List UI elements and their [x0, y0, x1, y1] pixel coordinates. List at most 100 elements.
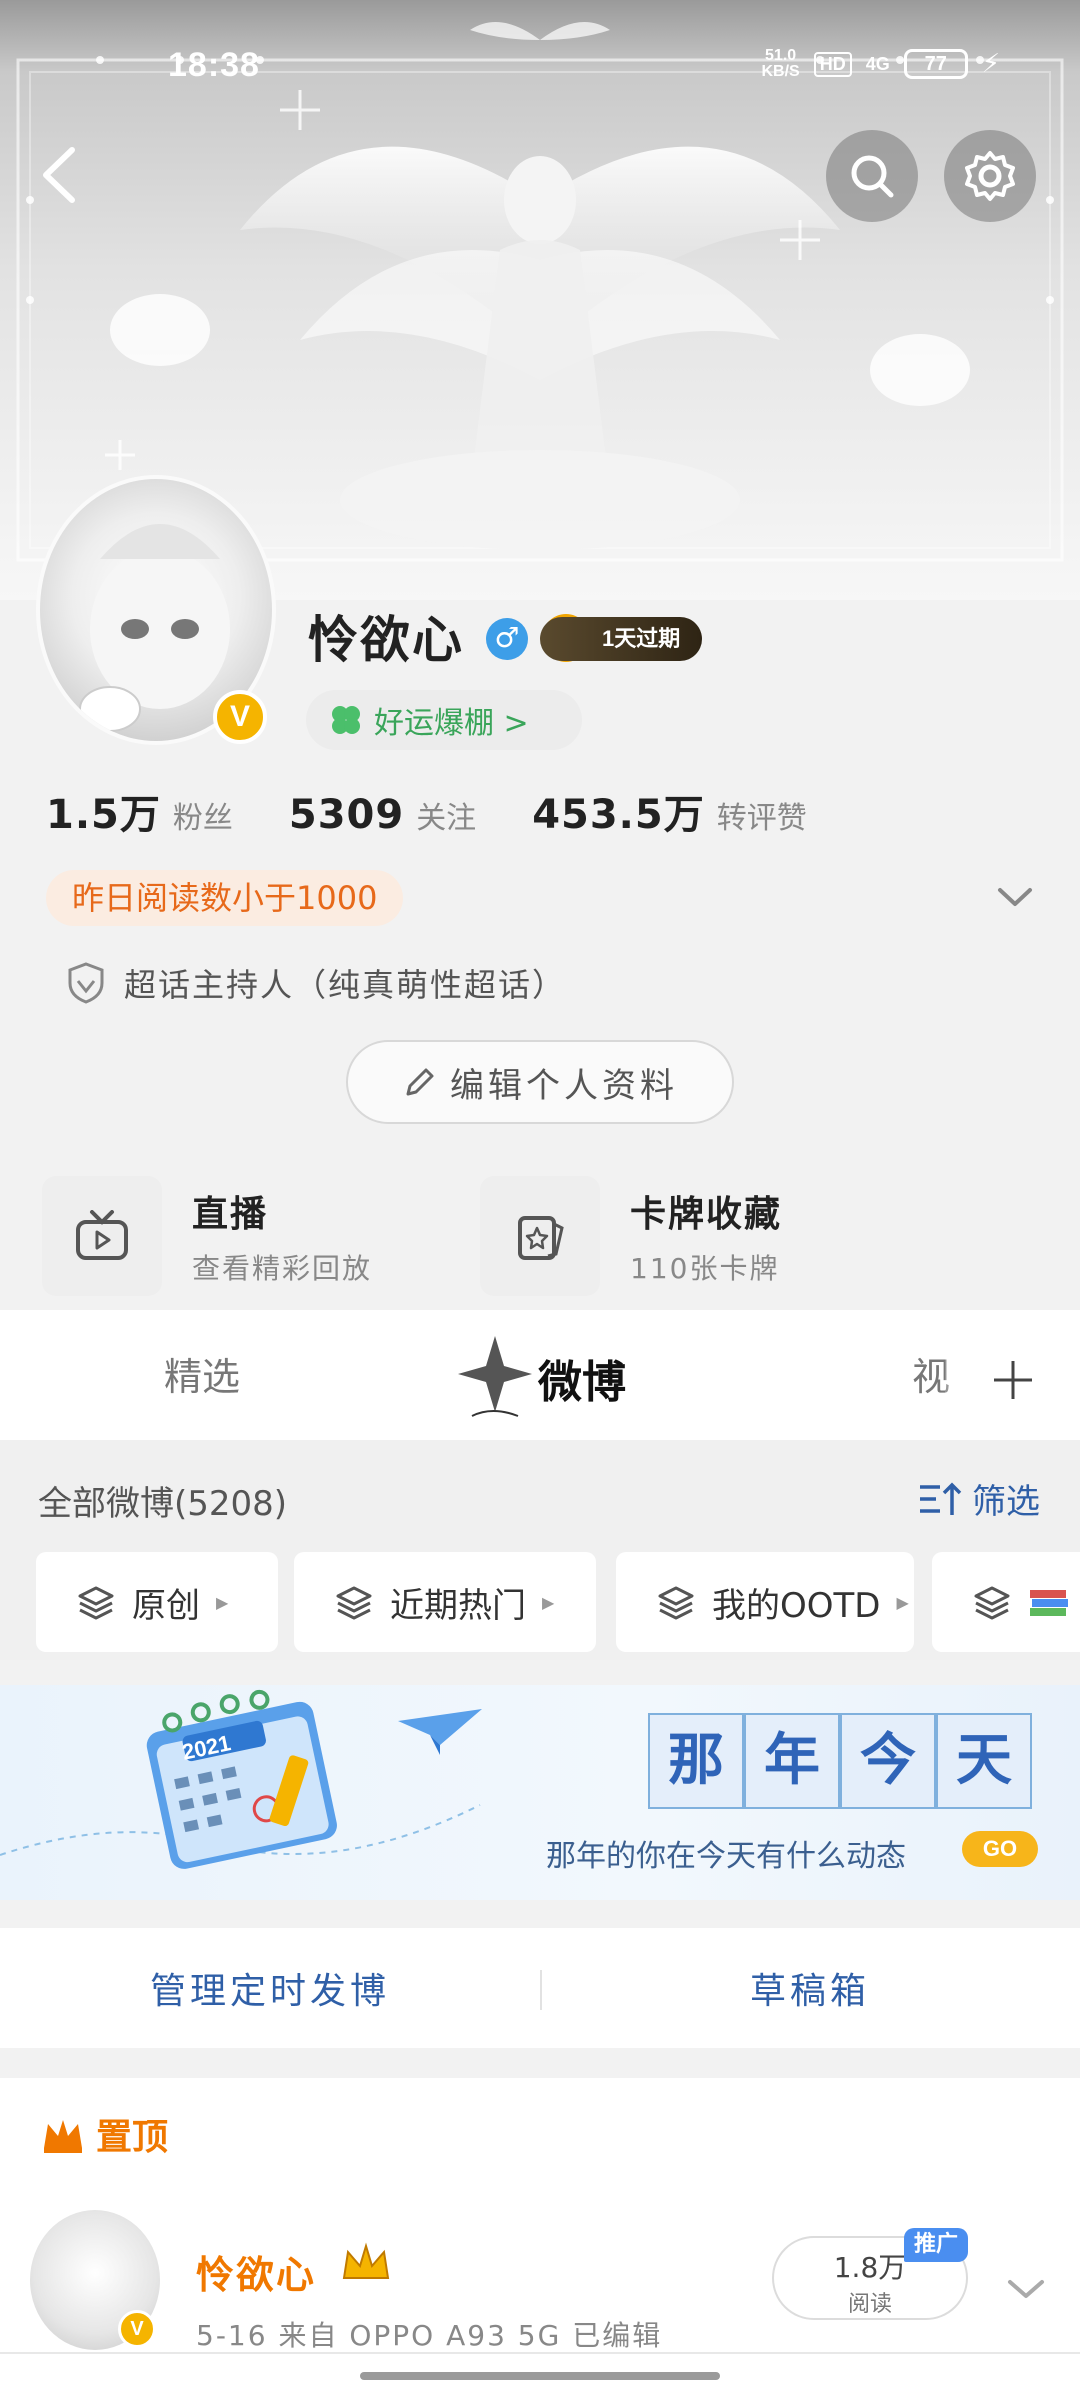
- calendar-illustration: [0, 1689, 482, 1869]
- edit-profile-button[interactable]: 编辑个人资料: [346, 1040, 734, 1124]
- read-count-notice[interactable]: 昨日阅读数小于1000: [46, 870, 404, 926]
- title-char: 那: [648, 1713, 744, 1809]
- charging-icon: ⚡: [981, 49, 1000, 79]
- go-button[interactable]: GO: [962, 1831, 1038, 1867]
- chip-books[interactable]: [932, 1552, 1080, 1652]
- stat-interactions-label: 转评赞: [716, 801, 807, 836]
- chip-original-label: 原创: [132, 1585, 200, 1626]
- filter-icon: [920, 1482, 962, 1515]
- verified-badge[interactable]: V: [213, 690, 267, 744]
- card-collection-title: 卡牌收藏: [630, 1194, 783, 1235]
- back-arrow-icon: [43, 147, 75, 203]
- filter-label: 筛选: [972, 1482, 1040, 1522]
- live-subtitle: 查看精彩回放: [192, 1252, 373, 1285]
- shield-icon: [68, 962, 104, 1004]
- active-tab-decoration-icon: [458, 1336, 532, 1417]
- chevron-down-icon[interactable]: [1006, 2274, 1046, 2304]
- on-this-day-subtitle: 那年的你在今天有什么动态: [546, 1839, 906, 1874]
- card-star-icon: [518, 1216, 564, 1260]
- promote-tag[interactable]: 推广: [904, 2228, 969, 2262]
- hd-icon: HD: [813, 51, 852, 77]
- live-replay-card[interactable]: 直播 查看精彩回放: [42, 1176, 372, 1296]
- post-meta: 5-16 来自 OPPO A93 5G 已编辑: [196, 2319, 663, 2352]
- stat-interactions-value: 453.5万: [532, 792, 705, 838]
- pinned-header: 置顶: [40, 2108, 168, 2160]
- stat-followers-label: 粉丝: [172, 801, 233, 836]
- search-icon: [851, 155, 894, 198]
- all-posts-count[interactable]: 全部微博(5208): [38, 1476, 287, 1525]
- live-title: 直播: [192, 1194, 269, 1235]
- tv-icon-box: [42, 1176, 162, 1296]
- chip-recent-hot-label: 近期热门: [390, 1585, 526, 1626]
- signal-icon: 4G: [865, 53, 890, 74]
- posts-header: 全部微博(5208) 筛选 原创 ▶ 近期热门 ▶ 我的OOTD ▶: [0, 1440, 1080, 1660]
- luck-status-label: 好运爆棚 >: [374, 706, 529, 741]
- on-this-day-title: 那 年 今 天: [648, 1713, 1032, 1809]
- title-char: 今: [840, 1713, 936, 1809]
- layers-icon: [658, 1586, 694, 1620]
- caret-right-icon: ▶: [542, 1592, 555, 1612]
- manage-row: 管理定时发博 草稿箱: [0, 1928, 1080, 2048]
- gender-male-icon: ♂: [486, 618, 528, 660]
- card-collection-card[interactable]: 卡牌收藏 110张卡牌: [480, 1176, 782, 1296]
- vip-crown-icon: [342, 2242, 390, 2279]
- edit-profile-label: 编辑个人资料: [450, 1065, 678, 1106]
- stat-followers[interactable]: 1.5万 粉丝: [46, 782, 233, 840]
- profile-tabs: 精选 微博 视: [0, 1310, 1080, 1440]
- network-speed: 51.0 KB/S: [761, 48, 799, 80]
- layers-icon: [336, 1586, 372, 1620]
- chip-recent-hot[interactable]: 近期热门 ▶: [294, 1552, 596, 1652]
- layers-icon: [974, 1586, 1010, 1620]
- caret-right-icon: ▶: [896, 1592, 909, 1612]
- status-bar: 18:38 51.0 KB/S HD 4G 77 ⚡: [0, 0, 1080, 120]
- layers-icon: [78, 1586, 114, 1620]
- drafts-label: 草稿箱: [749, 1971, 870, 2012]
- stat-following-value: 5309: [288, 792, 405, 838]
- tab-weibo[interactable]: 微博: [538, 1346, 626, 1410]
- network-speed-value: 51.0: [765, 47, 797, 64]
- scheduled-posts-button[interactable]: 管理定时发博: [0, 1928, 540, 2048]
- chip-my-ootd-label: 我的OOTD: [712, 1585, 881, 1626]
- caret-right-icon: ▶: [216, 1592, 229, 1612]
- luck-status-pill[interactable]: 好运爆棚 >: [306, 690, 582, 750]
- scheduled-posts-label: 管理定时发博: [149, 1971, 390, 2012]
- title-char: 年: [744, 1713, 840, 1809]
- vip-status-badge[interactable]: 1天过期: [540, 617, 702, 661]
- stat-following[interactable]: 5309 关注: [289, 792, 476, 838]
- chevron-down-icon[interactable]: [996, 882, 1034, 912]
- battery-icon: 77: [903, 49, 968, 79]
- stat-followers-value: 1.5万: [46, 792, 161, 838]
- plus-icon: [993, 1361, 1032, 1399]
- tv-icon: [76, 1210, 128, 1260]
- stat-following-label: 关注: [416, 801, 477, 836]
- drafts-button[interactable]: 草稿箱: [540, 1928, 1080, 2048]
- status-time: 18:38: [168, 46, 260, 84]
- chip-my-ootd[interactable]: 我的OOTD ▶: [616, 1552, 914, 1652]
- home-indicator[interactable]: [360, 2372, 720, 2380]
- crown-icon: [44, 2120, 82, 2153]
- post-reads-label: 阅读: [847, 2292, 892, 2317]
- pencil-icon: [406, 1068, 434, 1096]
- divider: [0, 2352, 1080, 2354]
- title-char: 天: [936, 1713, 1032, 1809]
- search-button[interactable]: [826, 130, 918, 222]
- stat-interactions[interactable]: 453.5万 转评赞: [532, 782, 807, 840]
- chip-original[interactable]: 原创 ▶: [36, 1552, 278, 1652]
- tab-featured[interactable]: 精选: [164, 1346, 240, 1401]
- settings-button[interactable]: [944, 130, 1036, 222]
- card-icon-box: [480, 1176, 600, 1296]
- post-author-name[interactable]: 怜欲心: [196, 2244, 316, 2299]
- back-button[interactable]: [30, 140, 90, 210]
- super-topic-host-label: 超话主持人（纯真萌性超话）: [124, 966, 567, 1004]
- on-this-day-banner[interactable]: 2021 那 年 今 天 那年的你在今天有什么动态 GO: [0, 1685, 1080, 1900]
- add-tab-button[interactable]: [945, 1330, 1080, 1430]
- super-topic-host[interactable]: 超话主持人（纯真萌性超话）: [66, 960, 566, 1006]
- filter-button[interactable]: 筛选: [918, 1474, 1040, 1523]
- card-collection-subtitle: 110张卡牌: [630, 1252, 780, 1285]
- clover-icon: [332, 706, 360, 734]
- gear-icon: [965, 151, 1015, 201]
- profile-stats: 1.5万 粉丝 5309 关注 453.5万 转评赞: [46, 782, 807, 840]
- network-speed-unit: KB/S: [761, 63, 800, 80]
- post-verified-badge: V: [118, 2310, 156, 2348]
- pinned-label: 置顶: [96, 2117, 169, 2158]
